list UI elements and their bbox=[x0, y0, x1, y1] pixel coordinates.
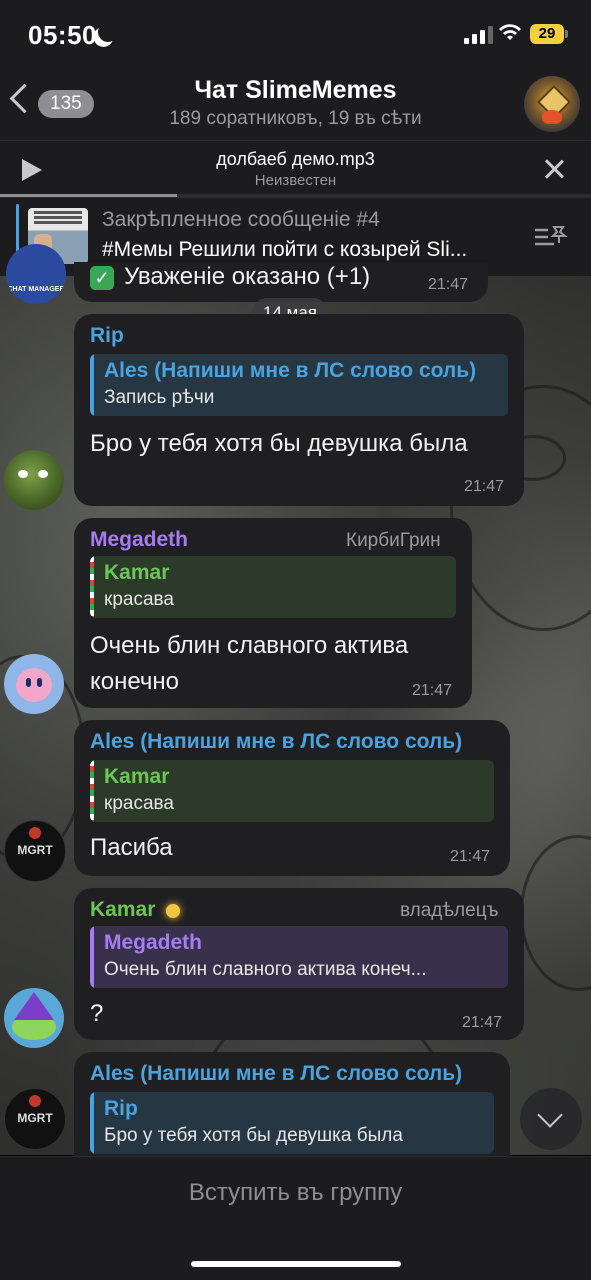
message-bubble[interactable]: Rip Ales (Напиши мне в ЛС слово соль) За… bbox=[74, 314, 524, 506]
sender-name[interactable]: Rip bbox=[90, 324, 124, 348]
avatar[interactable] bbox=[4, 450, 64, 510]
chat-header: 135 Чат SlimeMemes 189 соратниковъ, 19 в… bbox=[0, 68, 591, 140]
message-text: ? bbox=[90, 1000, 104, 1027]
avatar[interactable] bbox=[4, 988, 64, 1048]
reply-author: Ales (Напиши мне в ЛС слово соль) bbox=[104, 359, 477, 382]
reply-quote[interactable]: Rip Бро у тебя хотя бы девушка была bbox=[90, 1092, 494, 1154]
sender-name[interactable]: Megadeth bbox=[90, 528, 188, 552]
chat-member-count: 189 соратниковъ, 19 въ сѣти bbox=[169, 108, 422, 129]
message-time: 21:47 bbox=[428, 276, 469, 293]
message-bubble[interactable]: Megadeth КирбиГрин Kamar красава Очень б… bbox=[74, 518, 472, 708]
chevron-down-icon bbox=[537, 1102, 563, 1128]
member-role: владѣлецъ bbox=[400, 900, 499, 921]
message-bubble[interactable]: Kamar владѣлецъ Megadeth Очень блин слав… bbox=[74, 888, 524, 1040]
wifi-icon bbox=[499, 24, 521, 40]
status-bar: 05:50 29 bbox=[0, 0, 591, 68]
telegram-chat-screen: 05:50 29 135 Чат SlimeMemes 189 соратник… bbox=[0, 0, 591, 1280]
message-bubble[interactable]: Ales (Напиши мне в ЛС слово соль) Kamar … bbox=[74, 720, 510, 876]
avatar[interactable] bbox=[4, 654, 64, 714]
close-icon[interactable] bbox=[542, 157, 566, 181]
clock: 05:50 bbox=[28, 20, 97, 50]
reply-author: Rip bbox=[104, 1097, 138, 1120]
scroll-to-bottom-button[interactable] bbox=[520, 1088, 582, 1150]
track-artist: Неизвестен bbox=[254, 172, 337, 189]
focus-moon-icon bbox=[95, 19, 121, 45]
home-indicator[interactable] bbox=[191, 1261, 401, 1267]
message-text: Пасиба bbox=[90, 834, 173, 861]
cellular-signal-icon bbox=[464, 26, 493, 44]
message-bubble-partial[interactable]: ✓ Уваженіе оказано (+1) 21:47 bbox=[74, 262, 488, 302]
avatar[interactable]: MGRT bbox=[4, 1088, 66, 1150]
join-group-bar: Вступить въ группу bbox=[0, 1156, 591, 1280]
join-group-button[interactable]: Вступить въ группу bbox=[0, 1179, 591, 1207]
reply-text: Запись рѣчи bbox=[104, 387, 215, 408]
reply-author: Kamar bbox=[104, 561, 170, 584]
sender-name[interactable]: Ales (Напиши мне в ЛС слово соль) bbox=[90, 1062, 462, 1086]
avatar[interactable]: CHAT MANAGER bbox=[6, 244, 66, 304]
member-role: КирбиГрин bbox=[346, 530, 441, 551]
reply-text: красава bbox=[104, 793, 174, 814]
pinned-list-icon[interactable] bbox=[534, 224, 568, 250]
audio-player-bar[interactable]: долбаеб демо.mp3 Неизвестен bbox=[0, 140, 591, 197]
battery-tip bbox=[565, 30, 568, 38]
reply-author: Megadeth bbox=[104, 931, 203, 954]
reply-text: Очень блин славного актива конеч... bbox=[104, 959, 427, 980]
reply-text: Бро у тебя хотя бы девушка была bbox=[104, 1125, 403, 1146]
sender-name[interactable]: Ales (Напиши мне в ЛС слово соль) bbox=[90, 730, 462, 754]
sparkle-emoji-icon bbox=[160, 896, 188, 924]
track-title: долбаеб демо.mp3 bbox=[216, 149, 375, 169]
reply-quote[interactable]: Kamar красава bbox=[90, 760, 494, 822]
chat-title[interactable]: Чат SlimeMemes bbox=[0, 76, 591, 105]
chat-avatar[interactable] bbox=[524, 76, 580, 132]
checkmark-emoji-icon: ✓ bbox=[90, 266, 114, 290]
reply-text: красава bbox=[104, 589, 174, 610]
reply-author: Kamar bbox=[104, 765, 170, 788]
message-time: 21:47 bbox=[412, 682, 453, 699]
message-text: Бро у тебя хотя бы девушка была bbox=[90, 430, 468, 457]
pinned-text: #Мемы Решили пойти с козырей Sli... bbox=[102, 238, 468, 261]
message-text: Уваженіе оказано (+1) bbox=[124, 263, 371, 290]
message-time: 21:47 bbox=[464, 478, 505, 495]
message-time: 21:47 bbox=[462, 1014, 503, 1031]
battery-indicator: 29 bbox=[530, 24, 564, 44]
pinned-title: Закрѣпленное сообщеніе #4 bbox=[102, 208, 380, 231]
reply-quote[interactable]: Ales (Напиши мне в ЛС слово соль) Запись… bbox=[90, 354, 508, 416]
sender-name[interactable]: Kamar bbox=[90, 898, 155, 922]
avatar[interactable]: MGRT bbox=[4, 820, 66, 882]
reply-quote[interactable]: Kamar красава bbox=[90, 556, 456, 618]
message-text: Очень блин славного актива конечно bbox=[90, 632, 409, 695]
reply-quote[interactable]: Megadeth Очень блин славного актива коне… bbox=[90, 926, 508, 988]
message-time: 21:47 bbox=[450, 848, 491, 865]
